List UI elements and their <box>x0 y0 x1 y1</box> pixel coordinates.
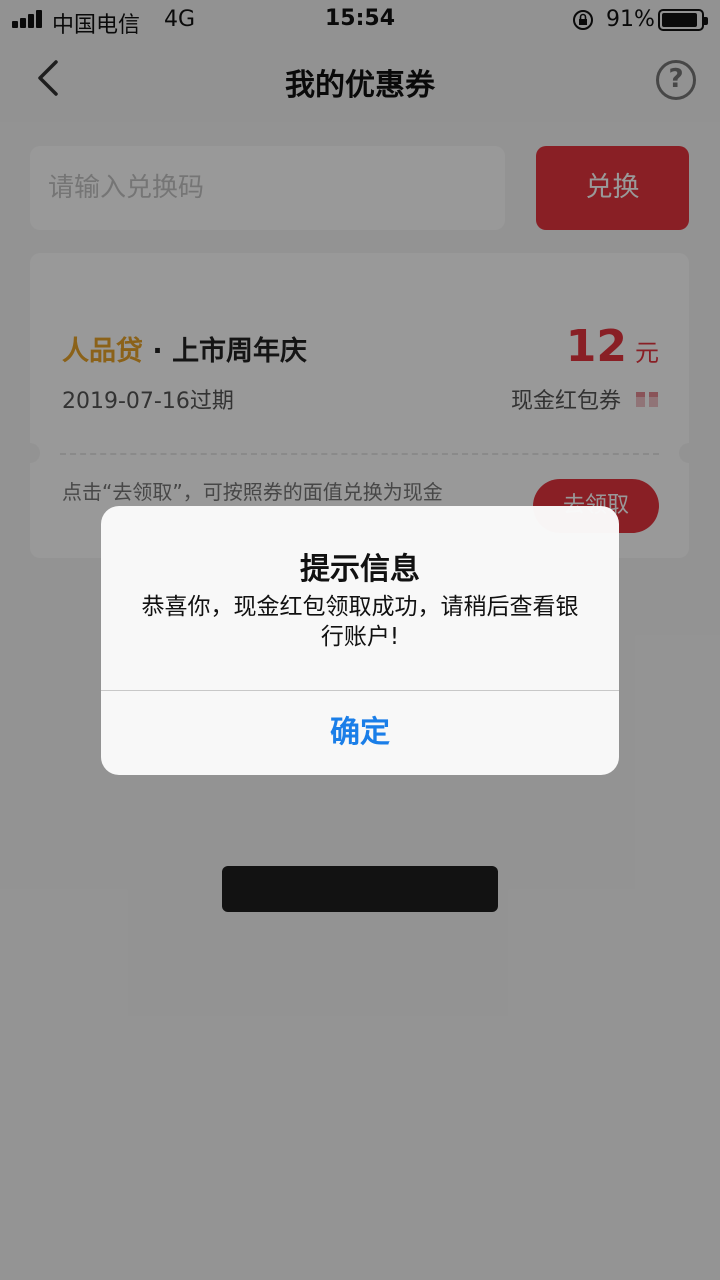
alert-dialog: 提示信息 恭喜你，现金红包领取成功，请稍后查看银行账户! 确定 <box>101 506 619 775</box>
alert-message: 恭喜你，现金红包领取成功，请稍后查看银行账户! <box>141 594 579 650</box>
alert-title: 提示信息 <box>300 552 420 587</box>
alert-confirm-button[interactable]: 确定 <box>101 691 619 775</box>
